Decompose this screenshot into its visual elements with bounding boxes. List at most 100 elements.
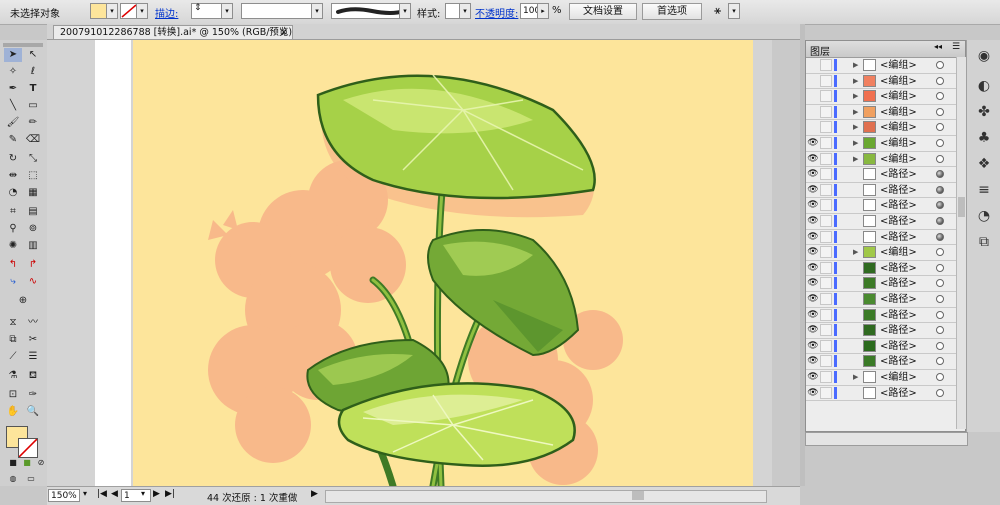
target-circle-icon[interactable] bbox=[936, 295, 944, 303]
visibility-eye-icon[interactable] bbox=[807, 90, 819, 102]
visibility-eye-icon[interactable]: 👁 bbox=[807, 293, 819, 305]
warp-tool-icon[interactable]: ⧖ bbox=[4, 316, 22, 330]
visibility-eye-icon[interactable]: 👁 bbox=[807, 309, 819, 321]
align-tool-icon[interactable]: ☰ bbox=[24, 350, 42, 364]
lock-toggle[interactable] bbox=[820, 105, 832, 118]
layer-row[interactable]: 👁 <路径> bbox=[806, 339, 956, 355]
selection-tool-icon[interactable]: ➤ bbox=[4, 48, 22, 62]
lock-toggle[interactable] bbox=[820, 59, 832, 71]
convert-anchor-tool-icon[interactable]: ↱ bbox=[24, 258, 42, 272]
visibility-eye-icon[interactable]: 👁 bbox=[807, 215, 819, 227]
lock-toggle[interactable] bbox=[820, 215, 832, 227]
knife-tool-icon[interactable]: ⟋ bbox=[4, 350, 22, 364]
lock-toggle[interactable] bbox=[820, 339, 832, 352]
visibility-eye-icon[interactable]: 👁 bbox=[807, 137, 819, 149]
scale-tool-icon[interactable]: ⤡ bbox=[24, 152, 42, 166]
lock-toggle[interactable] bbox=[820, 74, 832, 87]
target-circle-icon[interactable] bbox=[936, 373, 944, 381]
panel-menu-dropdown-icon[interactable]: ▾ bbox=[728, 3, 740, 19]
curvature-tool-icon[interactable]: ⤷ bbox=[4, 275, 22, 289]
target-circle-icon[interactable] bbox=[936, 310, 944, 319]
symbol-sprayer-tool-icon[interactable]: ✺ bbox=[4, 239, 22, 253]
symbols-panel-icon[interactable]: ♣ bbox=[973, 128, 995, 148]
pencil-tool-icon[interactable]: ✏ bbox=[24, 116, 42, 130]
layer-name[interactable]: <路径> bbox=[880, 183, 917, 198]
expand-triangle-icon[interactable]: ▶ bbox=[853, 58, 858, 73]
lock-toggle[interactable] bbox=[820, 371, 832, 383]
zoom-field[interactable]: 150% bbox=[48, 489, 80, 502]
visibility-eye-icon[interactable]: 👁 bbox=[807, 340, 819, 352]
lock-toggle[interactable] bbox=[820, 261, 832, 274]
visibility-eye-icon[interactable]: 👁 bbox=[807, 184, 819, 196]
layer-name[interactable]: <编组> bbox=[880, 152, 917, 167]
layer-row[interactable]: ▶ <编组> bbox=[806, 105, 956, 121]
target-circle-icon[interactable] bbox=[936, 154, 944, 163]
visibility-eye-icon[interactable]: 👁 bbox=[807, 231, 819, 243]
layer-row[interactable]: 👁 <路径> bbox=[806, 198, 956, 214]
lock-toggle[interactable] bbox=[820, 277, 832, 290]
layer-name[interactable]: <路径> bbox=[880, 167, 917, 182]
target-circle-icon[interactable] bbox=[936, 326, 944, 335]
paint-bucket-tool-icon[interactable]: ⛾ bbox=[24, 369, 42, 383]
width-tool-icon[interactable]: ⇹ bbox=[4, 169, 22, 183]
eyedropper-tool-icon[interactable]: ⚲ bbox=[4, 222, 22, 236]
first-artboard-icon[interactable]: |◀ bbox=[97, 489, 107, 499]
status-menu-icon[interactable]: ▶ bbox=[311, 489, 318, 499]
live-paint-tool-icon[interactable]: ⚗ bbox=[4, 369, 22, 383]
appearance-panel-icon[interactable]: ⧉ bbox=[973, 232, 995, 252]
mesh-tool-icon[interactable]: ⌗ bbox=[4, 205, 22, 219]
target-circle-icon[interactable] bbox=[936, 217, 944, 225]
expand-triangle-icon[interactable]: ▶ bbox=[853, 74, 858, 89]
target-tool-icon[interactable]: ⊕ bbox=[14, 294, 32, 308]
stroke-dropdown-icon[interactable]: ▾ bbox=[136, 3, 148, 19]
blob-brush-tool-icon[interactable]: ✎ bbox=[4, 133, 22, 147]
layer-row[interactable]: ▶ <编组> bbox=[806, 89, 956, 105]
target-circle-icon[interactable] bbox=[936, 139, 944, 147]
brush-dropdown-icon[interactable]: ▾ bbox=[399, 3, 411, 19]
screen-mode-icon[interactable]: ▭ bbox=[22, 472, 40, 486]
target-circle-icon[interactable] bbox=[936, 201, 944, 210]
visibility-eye-icon[interactable]: 👁 bbox=[807, 277, 819, 289]
layers-scrollbar[interactable] bbox=[956, 57, 966, 429]
layer-row[interactable]: 👁 <路径> bbox=[806, 276, 956, 292]
target-circle-icon[interactable] bbox=[936, 248, 944, 257]
layer-name[interactable]: <路径> bbox=[880, 386, 917, 401]
brushes-panel-icon[interactable]: ✤ bbox=[973, 102, 995, 122]
free-transform-tool-icon[interactable]: ⬚ bbox=[24, 169, 42, 183]
visibility-eye-icon[interactable]: 👁 bbox=[807, 199, 819, 211]
transparency-panel-icon[interactable]: ◔ bbox=[973, 206, 995, 226]
layer-row[interactable]: 👁 <路径> bbox=[806, 230, 956, 246]
prev-artboard-icon[interactable]: ◀ bbox=[111, 489, 118, 499]
close-tab-icon[interactable]: × bbox=[280, 26, 288, 39]
expand-triangle-icon[interactable]: ▶ bbox=[853, 136, 858, 151]
layer-name[interactable]: <路径> bbox=[880, 276, 917, 291]
layer-row[interactable]: 👁 <路径> bbox=[806, 261, 956, 277]
column-graph-tool-icon[interactable]: ▥ bbox=[24, 239, 42, 253]
target-circle-icon[interactable] bbox=[936, 357, 944, 366]
stroke-swatch[interactable] bbox=[18, 438, 38, 458]
document-setup-button[interactable]: 文档设置 bbox=[569, 3, 637, 20]
lock-toggle[interactable] bbox=[820, 90, 832, 103]
layer-name[interactable]: <路径> bbox=[880, 214, 917, 229]
document-tab[interactable]: 200791012286788 [转换].ai* @ 150% (RGB/预览)… bbox=[53, 25, 293, 39]
add-anchor-tool-icon[interactable]: ↰ bbox=[4, 258, 22, 272]
panel-collapse-icon[interactable]: ◂◂ bbox=[934, 42, 942, 51]
fill-dropdown-icon[interactable]: ▾ bbox=[106, 3, 118, 19]
variable-width-dropdown-icon[interactable]: ▾ bbox=[311, 3, 323, 19]
lock-toggle[interactable] bbox=[820, 121, 832, 134]
layer-row[interactable]: 👁 ▶ <编组> bbox=[806, 136, 956, 152]
direct-selection-tool-icon[interactable]: ↖ bbox=[24, 48, 42, 62]
opacity-dropdown-icon[interactable]: ▸ bbox=[537, 3, 549, 19]
target-circle-icon[interactable] bbox=[936, 76, 944, 85]
layer-name[interactable]: <编组> bbox=[880, 136, 917, 151]
graphic-styles-panel-icon[interactable]: ❖ bbox=[973, 154, 995, 174]
layer-name[interactable]: <编组> bbox=[880, 58, 917, 73]
artboard-number-field[interactable]: 1 bbox=[121, 489, 151, 502]
expand-triangle-icon[interactable]: ▶ bbox=[853, 152, 858, 167]
lock-toggle[interactable] bbox=[820, 183, 832, 196]
layer-row[interactable]: 👁 <路径> bbox=[806, 183, 956, 199]
hand-tool-icon[interactable]: ✋ bbox=[4, 405, 22, 419]
rotate-tool-icon[interactable]: ↻ bbox=[4, 152, 22, 166]
eraser-tool-icon[interactable]: ⌫ bbox=[24, 133, 42, 147]
target-circle-icon[interactable] bbox=[936, 170, 944, 179]
